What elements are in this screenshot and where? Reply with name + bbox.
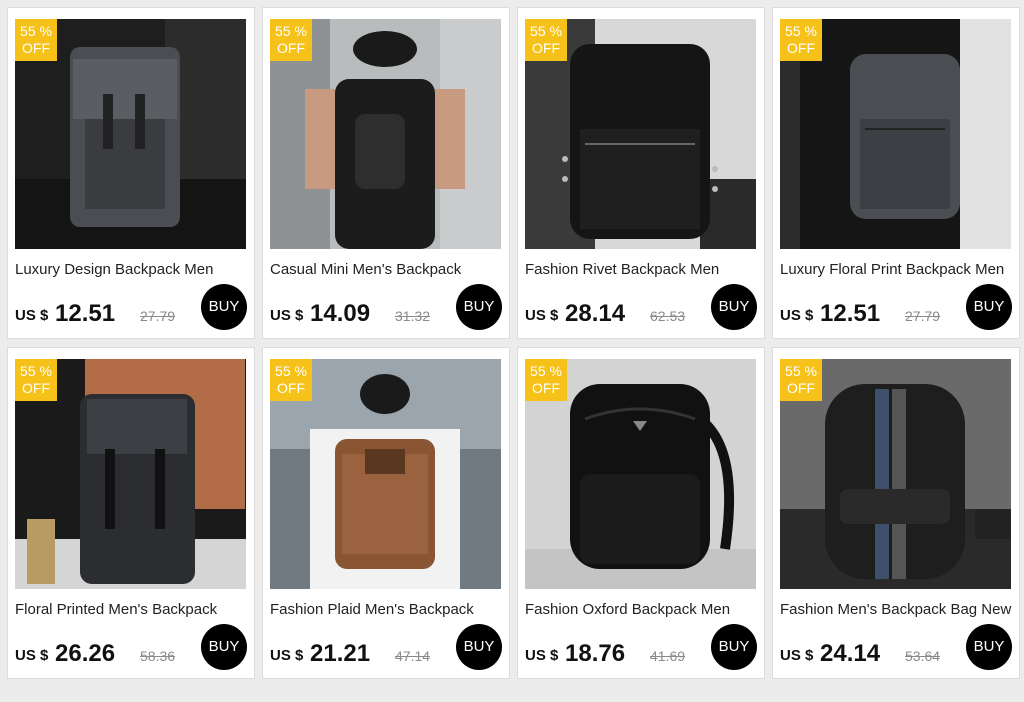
original-price: 47.14	[395, 648, 431, 664]
currency-label: US $	[525, 647, 559, 664]
product-card[interactable]: 55 % OFF Fashion Men's Backpack Bag New U…	[772, 347, 1020, 679]
buy-button[interactable]: BUY	[456, 624, 502, 670]
product-title[interactable]: Luxury Floral Print Backpack Men	[780, 261, 1016, 278]
product-price: 12.51	[820, 300, 881, 327]
buy-button[interactable]: BUY	[966, 284, 1012, 330]
product-price: 12.51	[55, 300, 116, 327]
original-price: 31.32	[395, 308, 431, 324]
original-price: 27.79	[140, 308, 176, 324]
product-image[interactable]: 55 % OFF	[780, 359, 1011, 589]
buy-button[interactable]: BUY	[456, 284, 502, 330]
original-price: 62.53	[650, 308, 686, 324]
buy-button[interactable]: BUY	[201, 284, 247, 330]
product-card[interactable]: 55 % OFF Luxury Floral Print Backpack Men…	[772, 7, 1020, 339]
product-card[interactable]: 55 % OFF Fashion Rivet Backpack Men US $ …	[517, 7, 765, 339]
product-card[interactable]: 55 % OFF Casual Mini Men's Backpack US $ …	[262, 7, 510, 339]
product-title[interactable]: Luxury Design Backpack Men	[15, 261, 251, 278]
product-image[interactable]: 55 % OFF	[780, 19, 1011, 249]
product-price: 14.09	[310, 300, 371, 327]
product-card[interactable]: 55 % OFF Fashion Oxford Backpack Men US $…	[517, 347, 765, 679]
product-image[interactable]: 55 % OFF	[15, 19, 246, 249]
currency-label: US $	[270, 307, 304, 324]
product-price: 21.21	[310, 640, 371, 667]
discount-badge: 55 % OFF	[525, 19, 567, 61]
product-card[interactable]: 55 % OFF Luxury Design Backpack Men US $ …	[7, 7, 255, 339]
currency-label: US $	[780, 647, 814, 664]
currency-label: US $	[525, 307, 559, 324]
price-row: US $ 12.51 27.79 BUY	[15, 284, 251, 330]
currency-label: US $	[15, 647, 49, 664]
product-title[interactable]: Fashion Rivet Backpack Men	[525, 261, 761, 278]
price-row: US $ 12.51 27.79 BUY	[780, 284, 1016, 330]
buy-button[interactable]: BUY	[966, 624, 1012, 670]
discount-badge: 55 % OFF	[270, 359, 312, 401]
product-price: 28.14	[565, 300, 626, 327]
price-row: US $ 14.09 31.32 BUY	[270, 284, 506, 330]
product-image[interactable]: 55 % OFF	[270, 359, 501, 589]
discount-badge: 55 % OFF	[15, 359, 57, 401]
discount-badge: 55 % OFF	[270, 19, 312, 61]
discount-badge: 55 % OFF	[780, 19, 822, 61]
product-title[interactable]: Fashion Plaid Men's Backpack	[270, 601, 506, 618]
discount-badge: 55 % OFF	[780, 359, 822, 401]
price-row: US $ 26.26 58.36 BUY	[15, 624, 251, 670]
discount-badge: 55 % OFF	[525, 359, 567, 401]
product-price: 24.14	[820, 640, 881, 667]
original-price: 41.69	[650, 648, 686, 664]
product-image[interactable]: 55 % OFF	[525, 359, 756, 589]
product-image[interactable]: 55 % OFF	[15, 359, 246, 589]
product-price: 26.26	[55, 640, 116, 667]
price-row: US $ 21.21 47.14 BUY	[270, 624, 506, 670]
original-price: 53.64	[905, 648, 941, 664]
buy-button[interactable]: BUY	[711, 624, 757, 670]
product-title[interactable]: Casual Mini Men's Backpack	[270, 261, 506, 278]
discount-badge: 55 % OFF	[15, 19, 57, 61]
original-price: 27.79	[905, 308, 941, 324]
product-grid: 55 % OFF Luxury Design Backpack Men US $ …	[0, 0, 1024, 702]
buy-button[interactable]: BUY	[711, 284, 757, 330]
product-image[interactable]: 55 % OFF	[270, 19, 501, 249]
product-price: 18.76	[565, 640, 626, 667]
product-title[interactable]: Floral Printed Men's Backpack	[15, 601, 251, 618]
price-row: US $ 24.14 53.64 BUY	[780, 624, 1016, 670]
original-price: 58.36	[140, 648, 176, 664]
buy-button[interactable]: BUY	[201, 624, 247, 670]
product-card[interactable]: 55 % OFF Floral Printed Men's Backpack US…	[7, 347, 255, 679]
product-title[interactable]: Fashion Men's Backpack Bag New	[780, 601, 1016, 618]
price-row: US $ 28.14 62.53 BUY	[525, 284, 761, 330]
product-image[interactable]: 55 % OFF	[525, 19, 756, 249]
price-row: US $ 18.76 41.69 BUY	[525, 624, 761, 670]
product-card[interactable]: 55 % OFF Fashion Plaid Men's Backpack US …	[262, 347, 510, 679]
product-title[interactable]: Fashion Oxford Backpack Men	[525, 601, 761, 618]
currency-label: US $	[780, 307, 814, 324]
currency-label: US $	[15, 307, 49, 324]
currency-label: US $	[270, 647, 304, 664]
